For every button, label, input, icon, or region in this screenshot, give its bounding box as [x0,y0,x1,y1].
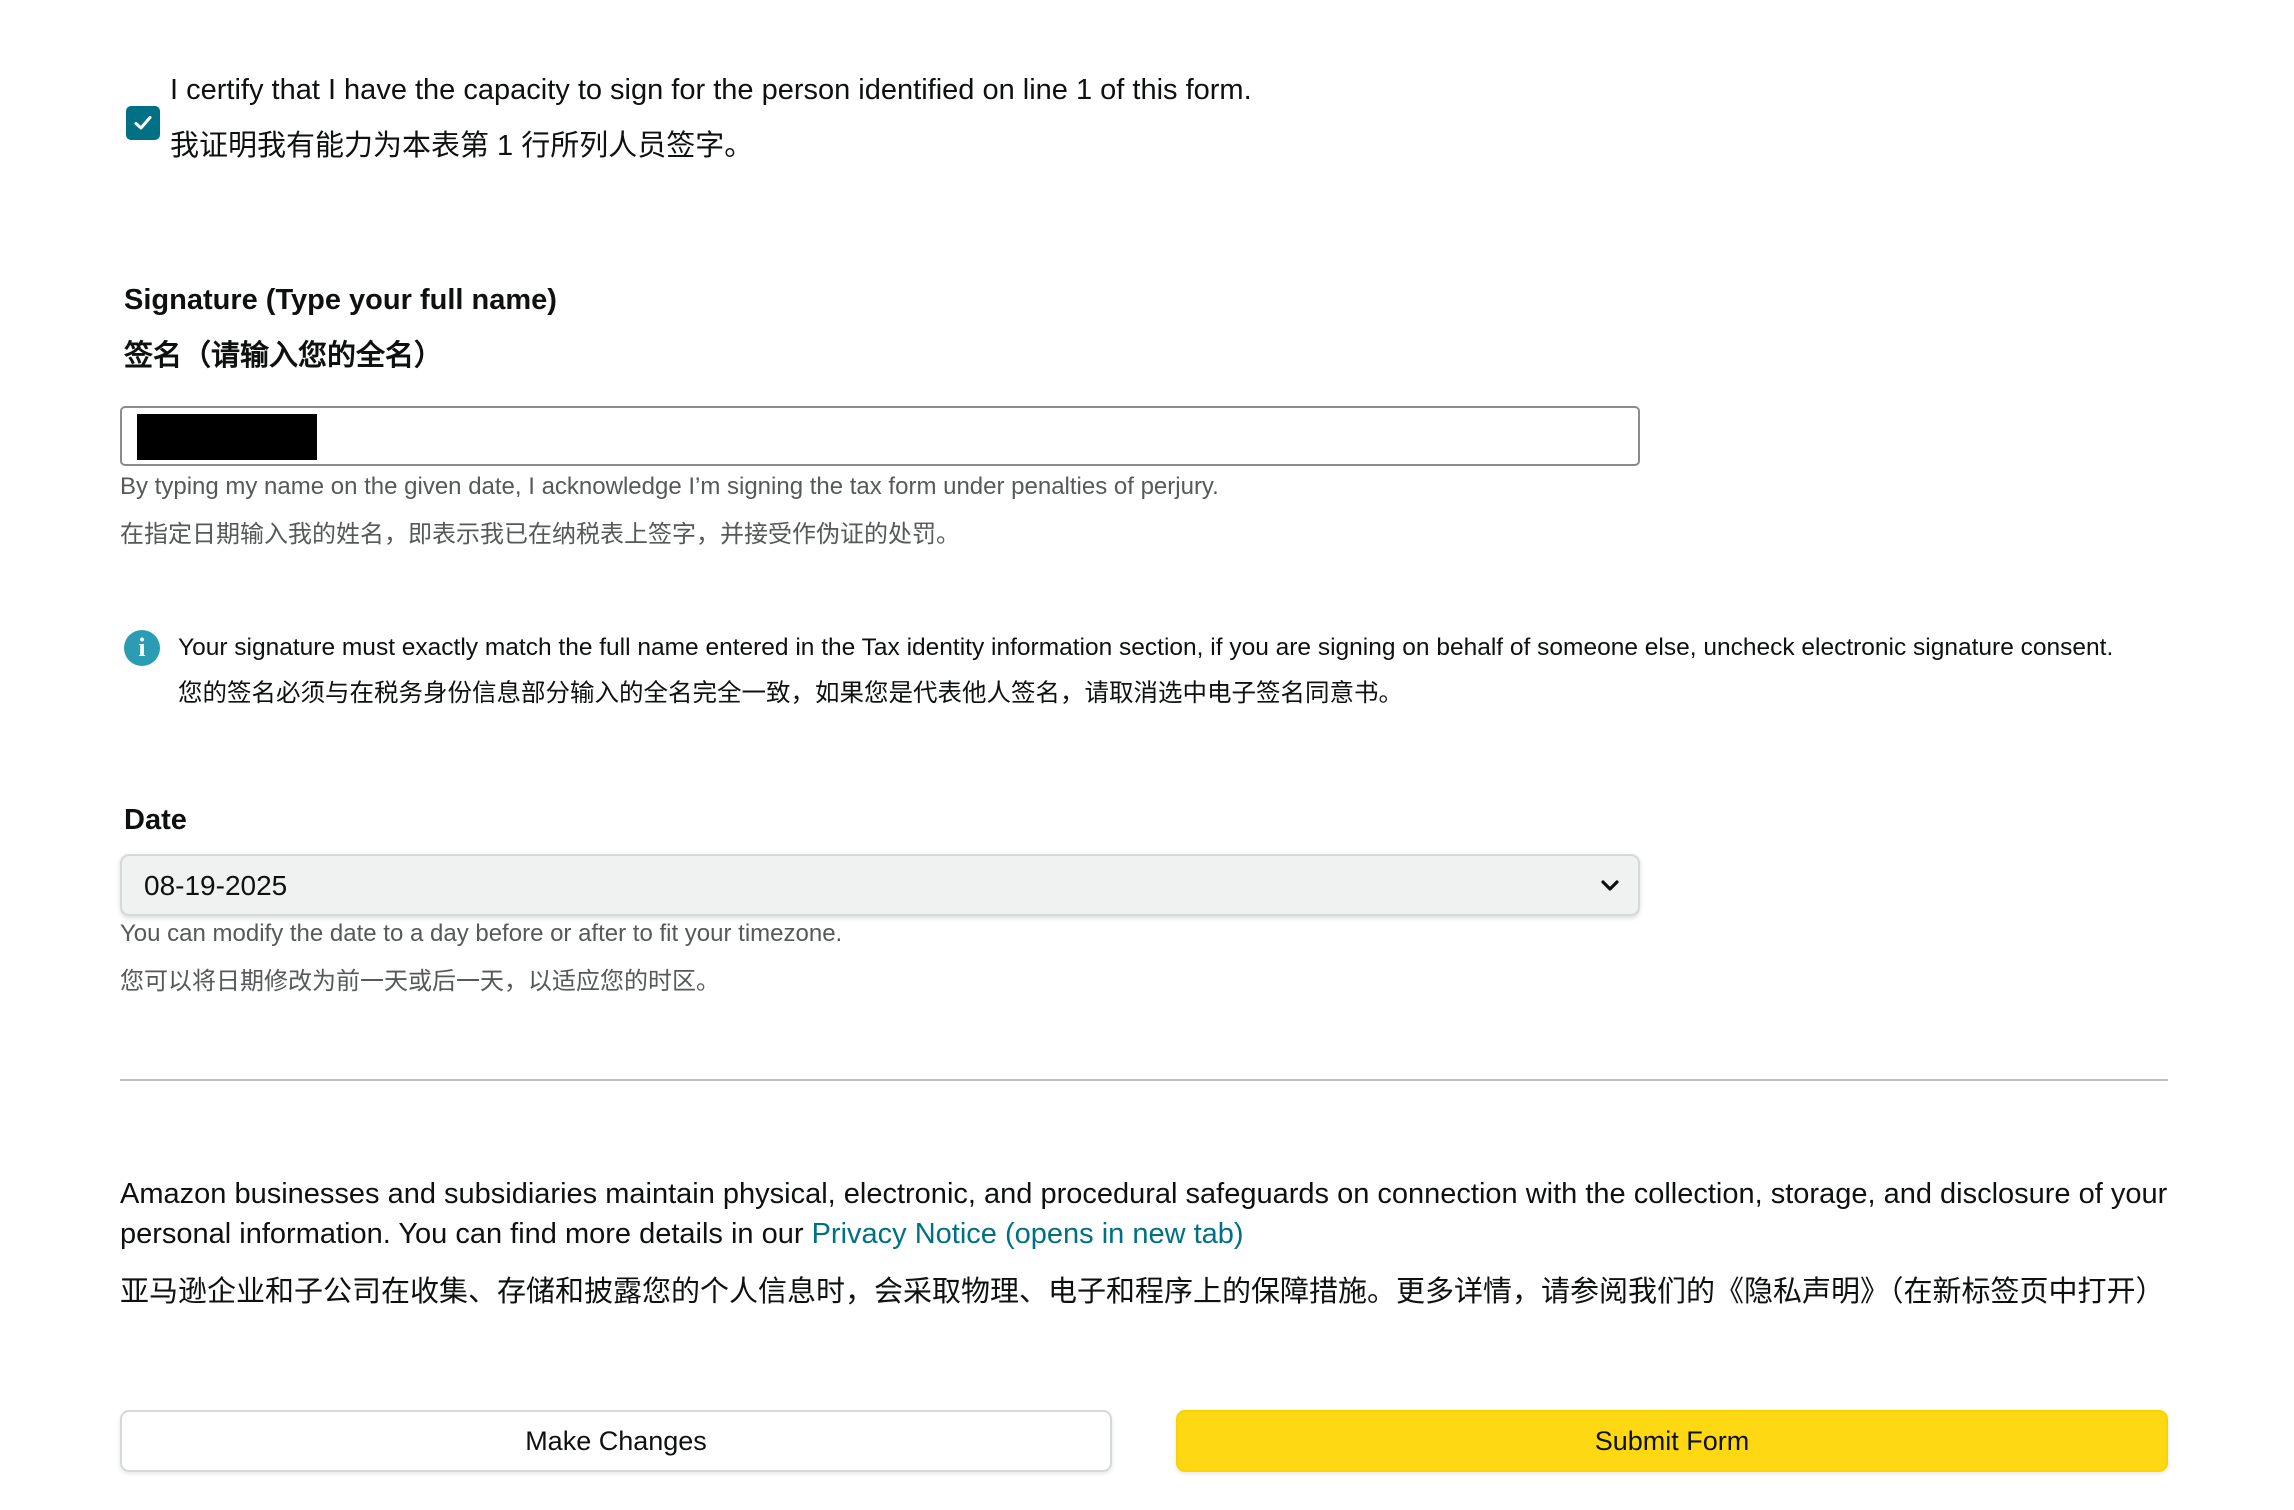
signature-redacted-value [137,414,317,460]
date-hint-en: You can modify the date to a day before … [120,920,843,947]
signature-hint-en: By typing my name on the given date, I a… [120,473,1219,500]
signature-input[interactable] [120,406,1640,466]
date-hint-zh: 您可以将日期修改为前一天或后一天，以适应您的时区。 [120,968,720,995]
chevron-down-icon [1601,880,1619,891]
privacy-text-zh: 亚马逊企业和子公司在收集、存储和披露您的个人信息时，会采取物理、电子和程序上的保… [120,1276,2165,1308]
signature-label-en: Signature (Type your full name) [124,284,557,316]
tax-form-signature-page: I certify that I have the capacity to si… [0,0,2294,1510]
certify-text-en: I certify that I have the capacity to si… [170,74,1252,106]
date-dropdown[interactable] [120,854,1640,916]
info-alert-text-en: Your signature must exactly match the fu… [178,634,2114,661]
certify-checkbox[interactable] [126,106,160,140]
privacy-notice-link[interactable]: Privacy Notice (opens in new tab) [812,1218,1244,1250]
signature-label-zh: 签名（请输入您的全名） [124,340,444,372]
submit-form-button[interactable]: Submit Form [1176,1410,2168,1472]
checkmark-icon [134,116,152,130]
date-selected-value: 08-19-2025 [144,870,288,901]
privacy-text-en: Amazon businesses and subsidiaries maint… [120,1174,2180,1254]
info-icon: i [124,630,160,666]
signature-hint-zh: 在指定日期输入我的姓名，即表示我已在纳税表上签字，并接受作伪证的处罚。 [120,521,960,548]
info-alert-text-zh: 您的签名必须与在税务身份信息部分输入的全名完全一致，如果您是代表他人签名，请取消… [178,680,1403,707]
certify-text-zh: 我证明我有能力为本表第 1 行所列人员签字。 [170,130,754,162]
section-divider [120,1079,2168,1081]
make-changes-button[interactable]: Make Changes [120,1410,1112,1472]
date-label: Date [124,804,187,836]
